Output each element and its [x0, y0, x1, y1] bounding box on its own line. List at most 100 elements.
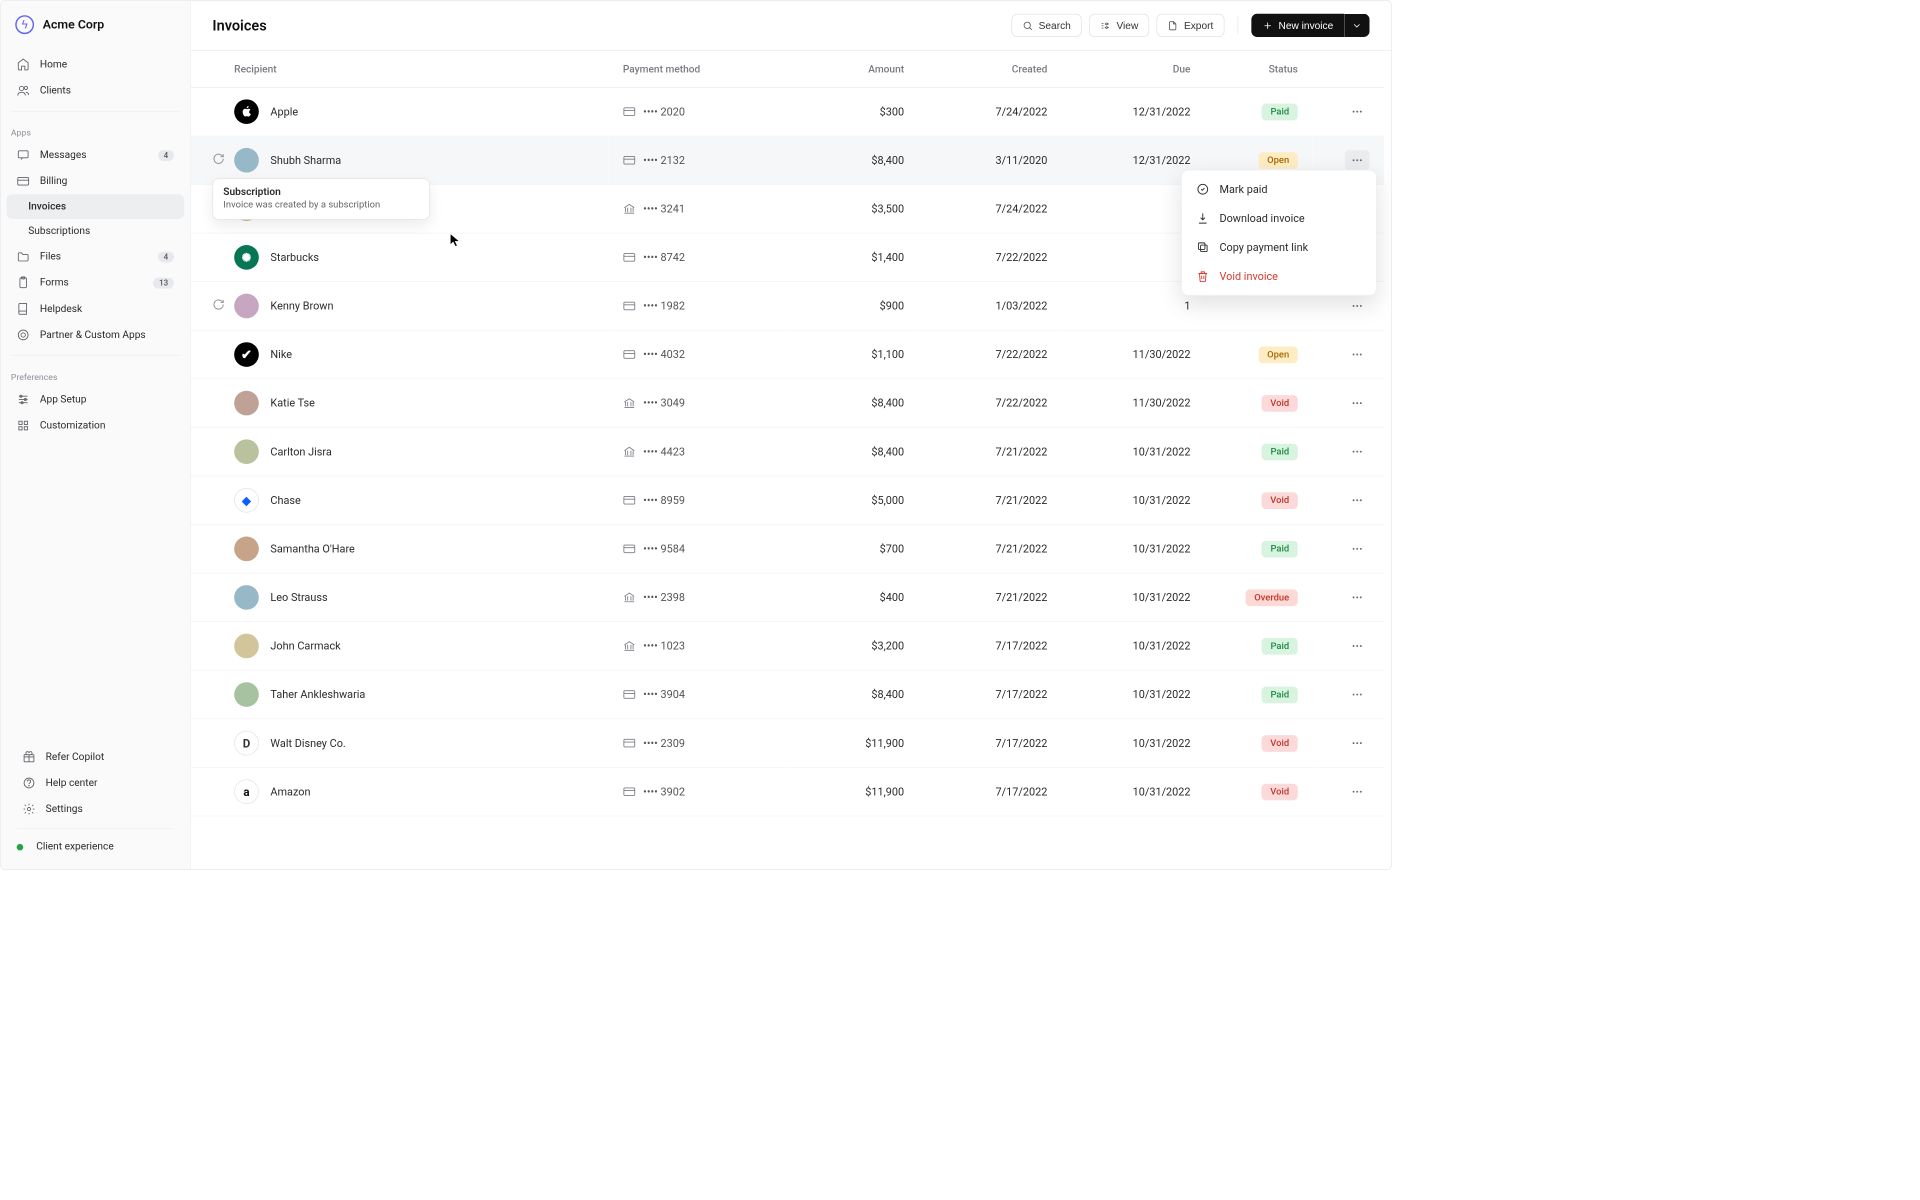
export-button[interactable]: Export — [1156, 14, 1224, 37]
more-icon — [1350, 736, 1365, 751]
table-row[interactable]: ◆Chase•••• 8959$5,0007/21/202210/31/2022… — [191, 476, 1384, 525]
recipient-name: Walt Disney Co. — [270, 737, 345, 750]
table-row[interactable]: Taher Ankleshwaria•••• 3904$8,4007/17/20… — [191, 670, 1384, 719]
table-row[interactable]: Leo Strauss•••• 2398$4007/21/202210/31/2… — [191, 573, 1384, 622]
nav-item-help-center[interactable]: Help center — [12, 770, 178, 796]
nav-item-label: Invoices — [28, 201, 66, 213]
menu-item-void-invoice[interactable]: Void invoice — [1186, 262, 1372, 291]
menu-item-copy-payment-link[interactable]: Copy payment link — [1186, 233, 1372, 262]
col-recipient[interactable]: Recipient — [191, 51, 609, 88]
more-icon — [1350, 493, 1365, 508]
row-actions-button[interactable] — [1345, 733, 1370, 753]
status-dot-icon — [17, 844, 24, 851]
row-actions-button[interactable] — [1345, 102, 1370, 122]
table-row[interactable]: Katie Tse•••• 3049$8,4007/22/202211/30/2… — [191, 379, 1384, 428]
search-button[interactable]: Search — [1011, 14, 1082, 37]
divider — [1237, 17, 1238, 34]
created-value: 7/22/2022 — [919, 379, 1062, 428]
nav-item-forms[interactable]: Forms13 — [7, 270, 185, 296]
nav-item-billing[interactable]: Billing — [7, 168, 185, 194]
col-due[interactable]: Due — [1062, 51, 1205, 88]
menu-item-mark-paid[interactable]: Mark paid — [1186, 175, 1372, 204]
new-invoice-dropdown[interactable] — [1344, 14, 1369, 37]
payment-method: •••• 3904 — [623, 688, 773, 701]
payment-last4: •••• 3241 — [643, 202, 685, 215]
nav-item-label: Helpdesk — [40, 303, 82, 315]
row-actions-button[interactable] — [1345, 490, 1370, 510]
nav-item-clients[interactable]: Clients — [7, 78, 185, 104]
nav-item-label: Home — [40, 59, 67, 71]
created-value: 7/24/2022 — [919, 185, 1062, 234]
sliders-icon — [17, 393, 30, 406]
row-actions-button[interactable] — [1345, 296, 1370, 316]
more-icon — [1350, 590, 1365, 605]
row-actions-button[interactable] — [1345, 587, 1370, 607]
nav-item-files[interactable]: Files4 — [7, 244, 185, 270]
nav-item-app-setup[interactable]: App Setup — [7, 386, 185, 412]
row-actions-button[interactable] — [1345, 150, 1370, 170]
client-experience-link[interactable]: Client experience — [7, 834, 185, 859]
brand[interactable]: ϟ Acme Corp — [1, 1, 190, 52]
folder-icon — [17, 250, 30, 263]
row-actions-button[interactable] — [1345, 539, 1370, 559]
nav-item-label: Files — [40, 251, 61, 263]
nav-item-partner-custom-apps[interactable]: Partner & Custom Apps — [7, 322, 185, 348]
nav-item-invoices[interactable]: Invoices — [7, 194, 185, 219]
row-actions-button[interactable] — [1345, 344, 1370, 364]
brand-logo-icon: ϟ — [15, 15, 34, 34]
card-icon — [623, 688, 636, 701]
payment-method: •••• 8959 — [623, 494, 773, 507]
table-row[interactable]: Shubh SharmaSubscriptionInvoice was crea… — [191, 136, 1384, 185]
more-icon — [1350, 396, 1365, 411]
status-badge: Paid — [1262, 443, 1298, 460]
due-value: 10/31/2022 — [1062, 719, 1205, 768]
status-badge: Paid — [1262, 103, 1298, 120]
bank-icon — [623, 202, 636, 215]
amount-value: $8,400 — [787, 427, 918, 476]
table-row[interactable]: ✔Nike•••• 4032$1,1007/22/202211/30/2022O… — [191, 330, 1384, 379]
sidebar: ϟ Acme Corp HomeClients Apps Messages4Bi… — [1, 1, 191, 870]
payment-method: •••• 4423 — [623, 445, 773, 458]
row-actions-button[interactable] — [1345, 393, 1370, 413]
col-created[interactable]: Created — [919, 51, 1062, 88]
prefs-section-label: Preferences — [1, 363, 190, 386]
new-invoice-button[interactable]: New invoice — [1251, 14, 1344, 37]
table-row[interactable]: DWalt Disney Co.•••• 2309$11,9007/17/202… — [191, 719, 1384, 768]
nav-item-subscriptions[interactable]: Subscriptions — [7, 219, 185, 244]
more-icon — [1350, 687, 1365, 702]
nav-item-customization[interactable]: Customization — [7, 413, 185, 439]
status-badge: Overdue — [1245, 589, 1297, 606]
nav-item-settings[interactable]: Settings — [12, 796, 178, 822]
col-payment[interactable]: Payment method — [608, 51, 787, 88]
nav-item-refer-copilot[interactable]: Refer Copilot — [12, 744, 178, 770]
row-actions-button[interactable] — [1345, 636, 1370, 656]
table-row[interactable]: aAmazon•••• 3902$11,9007/17/202210/31/20… — [191, 767, 1384, 816]
table-row[interactable]: John Carmack•••• 1023$3,2007/17/202210/3… — [191, 622, 1384, 671]
nav-item-home[interactable]: Home — [7, 51, 185, 77]
payment-method: •••• 2398 — [623, 591, 773, 604]
view-label: View — [1116, 20, 1138, 32]
home-icon — [17, 58, 30, 71]
payment-last4: •••• 2398 — [643, 591, 685, 604]
col-status[interactable]: Status — [1205, 51, 1312, 88]
row-actions-button[interactable] — [1345, 684, 1370, 704]
table-row[interactable]: Samantha O'Hare•••• 9584$7007/21/202210/… — [191, 525, 1384, 574]
row-actions-button[interactable] — [1345, 442, 1370, 462]
row-actions-button[interactable] — [1345, 782, 1370, 802]
nav-item-messages[interactable]: Messages4 — [7, 142, 185, 168]
nav-item-helpdesk[interactable]: Helpdesk — [7, 296, 185, 322]
menu-item-download-invoice[interactable]: Download invoice — [1186, 204, 1372, 233]
payment-method: •••• 2020 — [623, 105, 773, 118]
avatar — [234, 391, 259, 416]
created-value: 7/17/2022 — [919, 767, 1062, 816]
table-row[interactable]: Carlton Jisra•••• 4423$8,4007/21/202210/… — [191, 427, 1384, 476]
recipient-name: Apple — [270, 105, 298, 118]
table-row[interactable]: Apple•••• 2020$3007/24/202212/31/2022Pai… — [191, 87, 1384, 136]
payment-last4: •••• 8959 — [643, 494, 685, 507]
col-amount[interactable]: Amount — [787, 51, 918, 88]
bank-icon — [623, 591, 636, 604]
view-button[interactable]: View — [1089, 14, 1149, 37]
recipient-name: Carlton Jisra — [270, 445, 331, 458]
status-badge: Paid — [1262, 638, 1298, 655]
status-badge: Void — [1262, 735, 1298, 752]
